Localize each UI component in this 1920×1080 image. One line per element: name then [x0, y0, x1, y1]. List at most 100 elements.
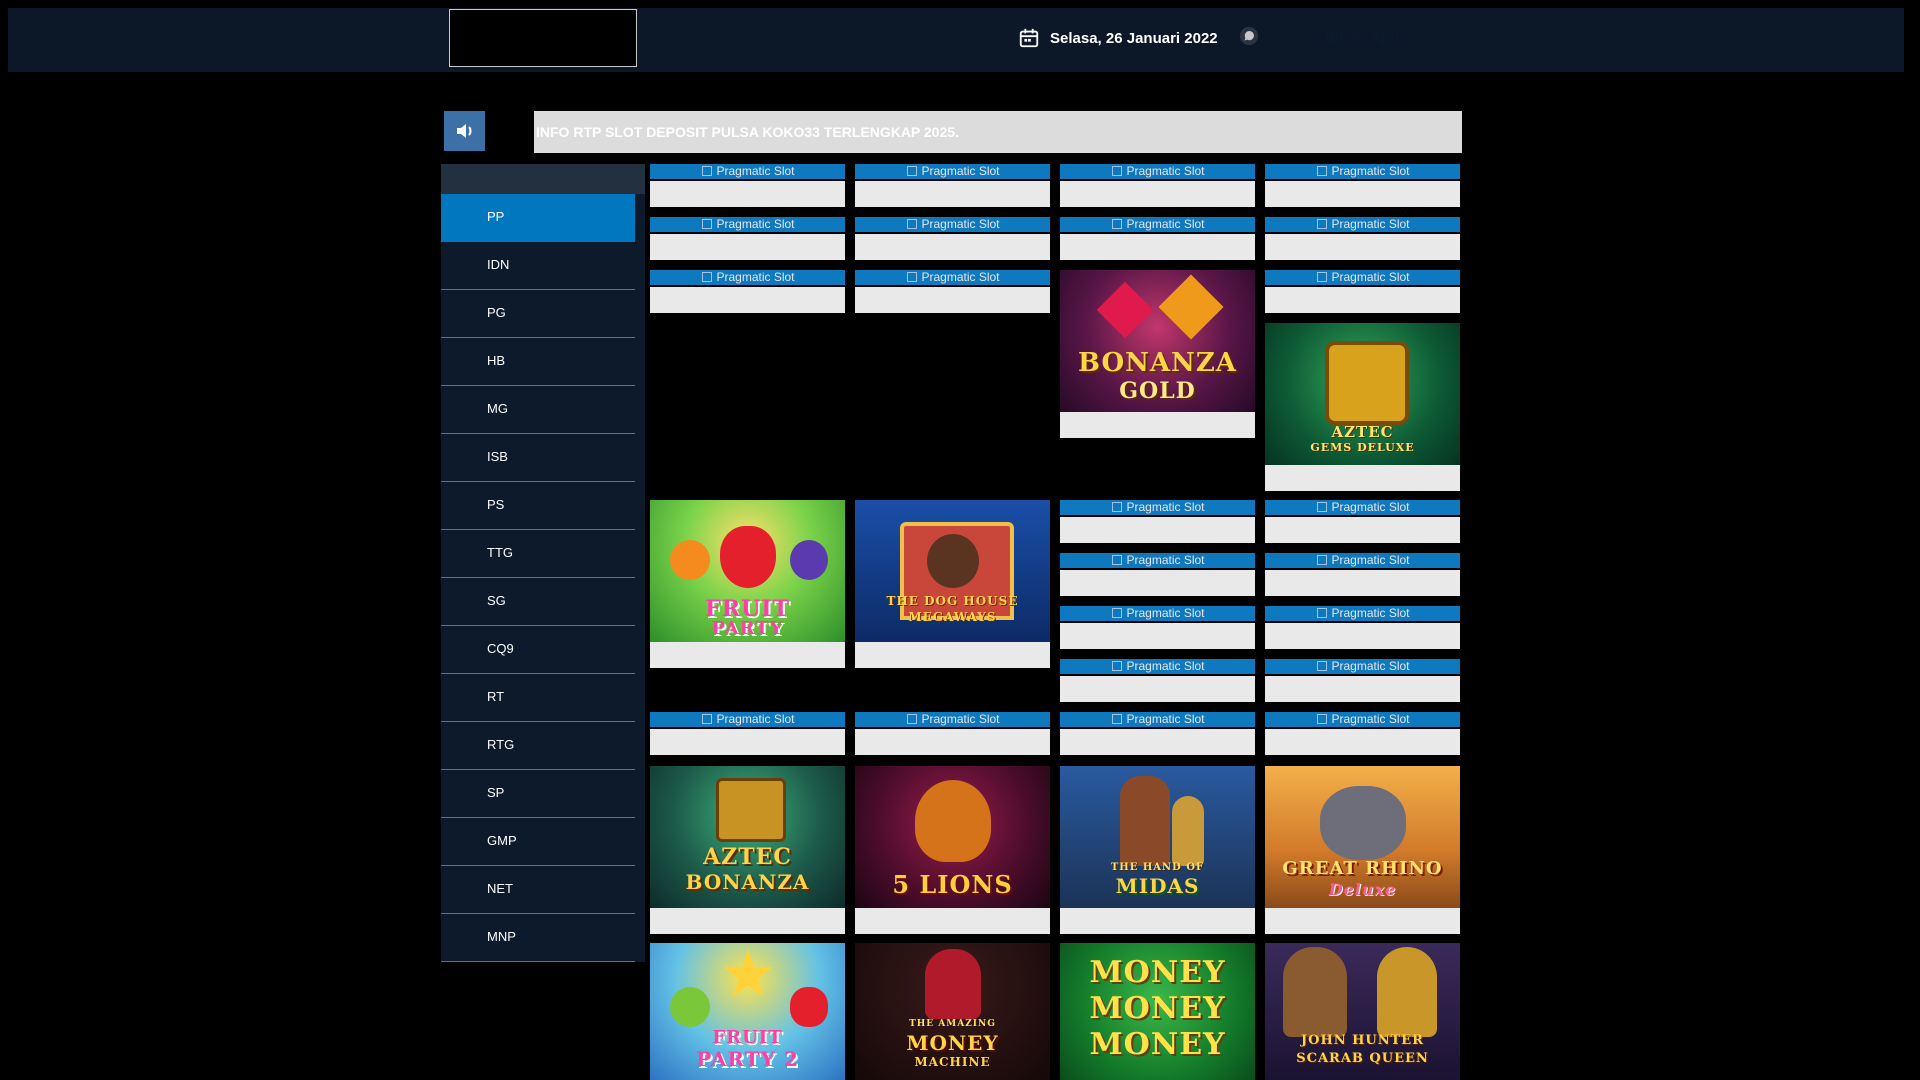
sidebar-item-label: GMP [487, 833, 517, 848]
game-tile-john-hunter[interactable]: JOHN HUNTER SCARAB QUEEN [1265, 943, 1460, 1080]
game-title-art: MONEY [1089, 955, 1226, 990]
dog-shape [927, 534, 979, 588]
game-tile-dog-house-megaways[interactable]: THE DOG HOUSE MEGAWAYS [855, 500, 1050, 668]
broken-image-label: Pragmatic Slot [700, 712, 795, 727]
game-tile-5-lions[interactable]: 5 LIONS [855, 766, 1050, 934]
game-title-art: THE DOG HOUSE [886, 594, 1019, 608]
sidebar-item-label: RTG [487, 737, 515, 752]
game-caption [1060, 234, 1255, 260]
king-shape [1120, 776, 1170, 866]
sidebar-item-label: PP [487, 209, 505, 224]
sidebar-item-label: RT [487, 689, 505, 704]
sidebar-item-pp[interactable]: PP [441, 194, 635, 242]
sidebar-item-sg[interactable]: SG [441, 578, 635, 626]
game-title-art: MONEY [906, 1031, 999, 1055]
sidebar-item-label: NET [487, 881, 513, 896]
game-caption [855, 642, 1050, 668]
game-caption [1265, 287, 1460, 313]
game-caption [855, 181, 1050, 207]
game-title-art: PARTY [711, 618, 784, 639]
sidebar-item-label: PS [487, 497, 505, 512]
game-title-art: MIDAS [1115, 874, 1200, 898]
game-caption [650, 234, 845, 260]
broken-image-label: Pragmatic Slot [700, 217, 795, 232]
game-caption [855, 287, 1050, 313]
broken-image-label: Pragmatic Slot [1315, 553, 1410, 568]
game-tile-hand-of-midas[interactable]: THE HAND OF MIDAS [1060, 766, 1255, 934]
gem-shape [1158, 274, 1224, 340]
game-caption [1265, 234, 1460, 260]
game-caption [1265, 465, 1460, 491]
game-tile-great-rhino-deluxe[interactable]: GREAT RHINO Deluxe [1265, 766, 1460, 934]
gem-shape [1096, 281, 1154, 339]
lion-shape [915, 780, 991, 862]
speaker-button[interactable] [444, 111, 485, 151]
game-caption [1265, 729, 1460, 755]
game-caption [650, 642, 845, 668]
broken-image-label: Pragmatic Slot [1110, 553, 1205, 568]
site-logo[interactable] [449, 9, 637, 67]
sidebar-item-label: TTG [487, 545, 513, 560]
sidebar-item-rtg[interactable]: RTG [441, 722, 635, 770]
sidebar-item-mg[interactable]: MG [441, 386, 635, 434]
game-caption [1265, 676, 1460, 702]
game-caption [1060, 412, 1255, 438]
sidebar-item-ttg[interactable]: TTG [441, 530, 635, 578]
game-caption [1060, 676, 1255, 702]
game-tile-aztec-gems-deluxe[interactable]: AZTEC GEMS DELUXE [1265, 323, 1460, 491]
game-thumbnail: MONEY MONEY MONEY [1060, 943, 1255, 1080]
broken-image-label: Pragmatic Slot [1110, 712, 1205, 727]
game-thumbnail: THE AMAZING MONEY MACHINE [855, 943, 1050, 1080]
broken-image-label: Pragmatic Slot [905, 712, 1000, 727]
game-caption [1060, 181, 1255, 207]
whatsapp-link[interactable]: WhatsApp [1325, 29, 1399, 46]
game-title-art: AZTEC [703, 844, 792, 870]
game-caption [1060, 517, 1255, 543]
game-thumbnail: 5 LIONS [855, 766, 1050, 908]
game-thumbnail: THE DOG HOUSE MEGAWAYS [855, 500, 1050, 642]
game-tile-money-money-money[interactable]: MONEY MONEY MONEY [1060, 943, 1255, 1080]
sidebar-item-rt[interactable]: RT [441, 674, 635, 722]
game-tile-bonanza-gold[interactable]: BONANZA GOLD [1060, 270, 1255, 438]
game-thumbnail: JOHN HUNTER SCARAB QUEEN [1265, 943, 1460, 1080]
sidebar-item-label: SG [487, 593, 506, 608]
game-thumbnail: GREAT RHINO Deluxe [1265, 766, 1460, 908]
sidebar-item-hb[interactable]: HB [441, 338, 635, 386]
top-header-bar [8, 8, 1904, 72]
sidebar-item-idn[interactable]: IDN [441, 242, 635, 290]
sidebar-item-sp[interactable]: SP [441, 770, 635, 818]
game-tile-amazing-money-machine[interactable]: THE AMAZING MONEY MACHINE [855, 943, 1050, 1080]
sidebar-item-pg[interactable]: PG [441, 290, 635, 338]
sidebar-item-cq9[interactable]: CQ9 [441, 626, 635, 674]
apple-shape [670, 987, 710, 1027]
calendar-icon [1019, 28, 1039, 48]
rhino-shape [1320, 786, 1406, 860]
game-caption [1265, 517, 1460, 543]
sidebar-item-isb[interactable]: ISB [441, 434, 635, 482]
date-display: Selasa, 26 Januari 2022 [1018, 26, 1218, 50]
game-thumbnail: AZTEC BONANZA [650, 766, 845, 908]
game-tile-fruit-party[interactable]: FRUIT PARTY [650, 500, 845, 668]
game-title-art: THE AMAZING [909, 1019, 996, 1029]
game-title-art: PARTY 2 [696, 1047, 799, 1071]
game-caption [1265, 181, 1460, 207]
idol-shape [716, 778, 786, 842]
broken-image-label: Pragmatic Slot [1315, 606, 1410, 621]
sidebar-item-gmp[interactable]: GMP [441, 818, 635, 866]
game-title-art: MONEY [1089, 1027, 1226, 1062]
sidebar-item-ps[interactable]: PS [441, 482, 635, 530]
sidebar-item-label: MNP [487, 929, 516, 944]
game-title-art: THE HAND OF [1110, 862, 1205, 873]
broken-image-label: Pragmatic Slot [1315, 500, 1410, 515]
game-title-art: SCARAB QUEEN [1296, 1051, 1429, 1066]
game-caption [855, 908, 1050, 934]
whatsapp-icon[interactable] [1238, 25, 1260, 47]
orange-shape [670, 540, 710, 580]
sidebar-item-label: CQ9 [487, 641, 514, 656]
game-tile-fruit-party-2[interactable]: FRUIT PARTY 2 [650, 943, 845, 1080]
sidebar-item-net[interactable]: NET [441, 866, 635, 914]
sidebar-item-mnp[interactable]: MNP [441, 914, 635, 962]
game-title-art: 5 LIONS [892, 870, 1013, 899]
game-thumbnail: AZTEC GEMS DELUXE [1265, 323, 1460, 465]
game-tile-aztec-bonanza[interactable]: AZTEC BONANZA [650, 766, 845, 934]
